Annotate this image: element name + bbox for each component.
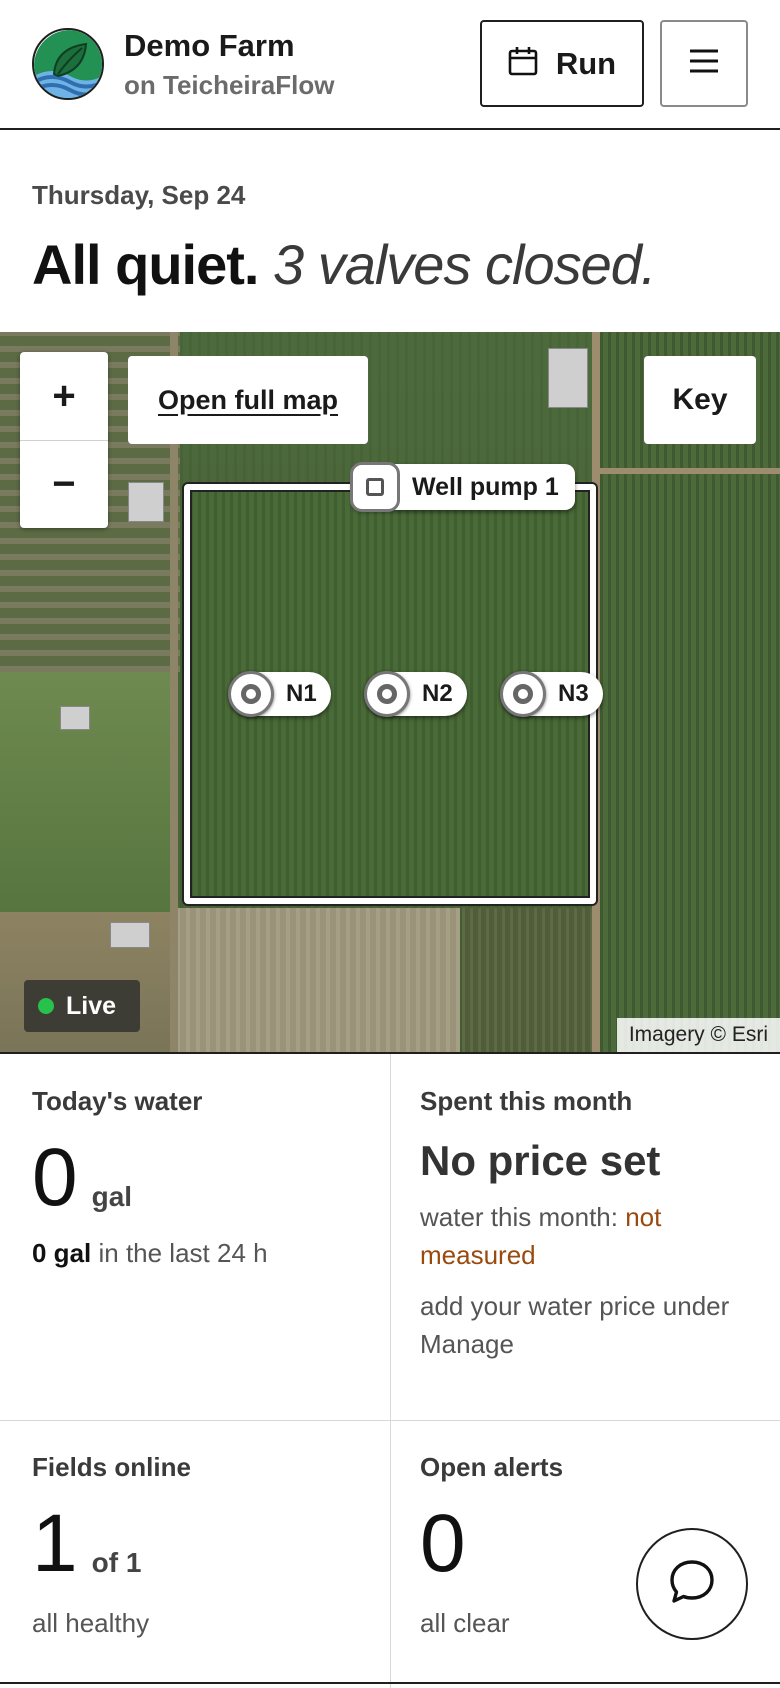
run-button[interactable]: Run: [480, 20, 644, 107]
water-unit: gal: [91, 1181, 133, 1212]
app-header: Demo Farm on TeicheiraFlow Run: [0, 0, 780, 130]
zoom-control: + −: [20, 352, 108, 528]
map-building: [548, 348, 588, 408]
valve-marker-n2[interactable]: N2: [364, 671, 467, 717]
water-24h-amount: 0 gal: [32, 1238, 92, 1268]
map-key-button[interactable]: Key: [644, 356, 756, 444]
valve-icon: [500, 671, 546, 717]
status-detail: 3 valves closed.: [273, 233, 656, 296]
card-title: Open alerts: [420, 1452, 564, 1482]
valve-label: N2: [422, 680, 453, 707]
map-parcel: [462, 908, 592, 1052]
price-hint: add your water price under Manage: [420, 1291, 730, 1360]
card-title: Spent this month: [420, 1086, 633, 1116]
live-label: Live: [66, 991, 117, 1020]
fields-value: 1: [32, 1498, 78, 1589]
fields-total: of 1: [91, 1547, 142, 1578]
current-date: Thursday, Sep 24: [32, 180, 246, 210]
open-alerts-card: Open alerts 0 all clear: [420, 1452, 620, 1643]
well-pump-marker[interactable]: Well pump 1: [350, 462, 575, 512]
calendar-icon: [508, 46, 538, 81]
farm-map[interactable]: Well pump 1 N1 N2 N3 + − Open full map K…: [0, 332, 780, 1052]
status-strong: All quiet.: [32, 233, 259, 296]
grid-divider: [0, 1420, 780, 1421]
zoom-in-button[interactable]: +: [20, 352, 108, 440]
fields-online-card: Fields online 1 of 1 all healthy: [32, 1452, 362, 1643]
live-badge: Live: [24, 980, 140, 1032]
chat-button[interactable]: [636, 1528, 748, 1640]
alerts-value: 0: [420, 1498, 466, 1589]
valve-icon: [364, 671, 410, 717]
pump-icon: [350, 462, 400, 512]
grid-divider: [390, 1054, 391, 1688]
fields-health: all healthy: [32, 1608, 150, 1638]
card-title: Today's water: [32, 1086, 203, 1116]
map-building: [60, 706, 90, 730]
water-24h-label: in the last 24 h: [98, 1238, 268, 1268]
menu-button[interactable]: [660, 20, 748, 107]
water-month-label: water this month:: [420, 1202, 618, 1232]
water-last-24h: 0 gal in the last 24 h: [32, 1235, 362, 1273]
map-parcel: [176, 908, 460, 1052]
bottom-border: [0, 1682, 780, 1684]
map-building: [110, 922, 150, 948]
spent-value: No price set: [420, 1137, 661, 1184]
water-month-status: water this month: not measured: [420, 1199, 760, 1274]
farm-name: Demo Farm: [124, 28, 295, 63]
open-full-map-button[interactable]: Open full map: [128, 356, 368, 444]
hamburger-menu-icon: [688, 47, 720, 80]
todays-water-card: Today's water 0 gal 0 gal in the last 24…: [32, 1086, 362, 1273]
live-dot-icon: [38, 998, 54, 1014]
valve-label: N1: [286, 680, 317, 707]
map-road: [600, 468, 780, 474]
farm-logo-icon: [32, 28, 104, 100]
map-building: [128, 482, 164, 522]
spent-this-month-card: Spent this month No price set water this…: [420, 1086, 760, 1364]
valve-marker-n1[interactable]: N1: [228, 671, 331, 717]
run-button-label: Run: [555, 45, 617, 81]
valve-label: N3: [558, 680, 589, 707]
card-title: Fields online: [32, 1452, 191, 1482]
valve-marker-n3[interactable]: N3: [500, 671, 603, 717]
chat-bubble-icon: [666, 1556, 718, 1613]
water-value: 0: [32, 1132, 78, 1223]
valve-icon: [228, 671, 274, 717]
farm-platform-label: on TeicheiraFlow: [124, 70, 335, 100]
imagery-credit: Imagery © Esri: [616, 1018, 780, 1052]
zoom-out-button[interactable]: −: [20, 440, 108, 528]
alerts-status: all clear: [420, 1608, 510, 1638]
pump-label: Well pump 1: [412, 472, 559, 501]
status-headline: All quiet. 3 valves closed.: [32, 232, 656, 297]
